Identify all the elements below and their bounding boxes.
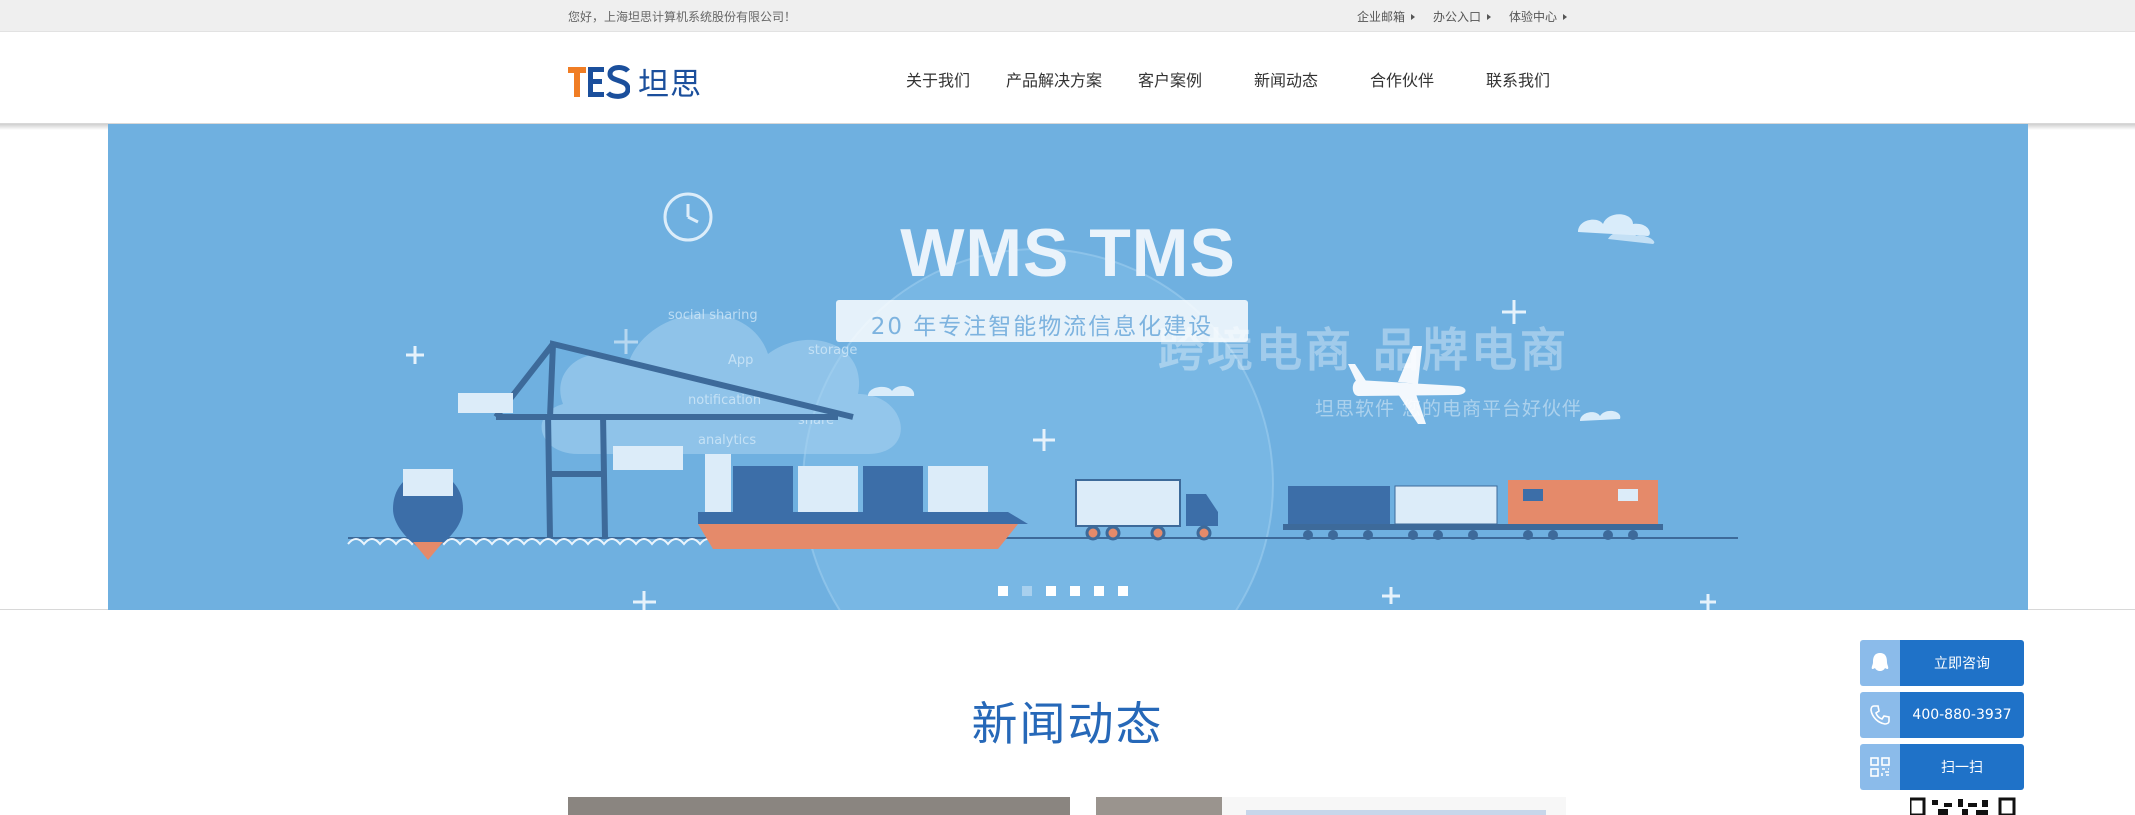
news-item-headline[interactable]: [1246, 810, 1546, 815]
logo-text: 坦思: [638, 67, 702, 103]
phone-icon: [1860, 692, 1900, 738]
banner-illustration: social sharing analytics notification Ap…: [347, 192, 1738, 610]
carousel-dots: [998, 586, 1128, 596]
floating-contact-widget: 立即咨询 400-880-3937 扫一扫: [1860, 640, 2024, 796]
banner-section: social sharing analytics notification Ap…: [0, 123, 2135, 610]
carousel-dot[interactable]: [1070, 586, 1080, 596]
scan-button[interactable]: 扫一扫: [1860, 744, 2024, 790]
nav-solutions[interactable]: 产品解决方案: [996, 67, 1112, 91]
site-header: 坦思 关于我们 产品解决方案 客户案例 新闻动态 合作伙伴 联系我们: [0, 33, 2135, 123]
nav-partners[interactable]: 合作伙伴: [1344, 67, 1460, 91]
main-nav: 关于我们 产品解决方案 客户案例 新闻动态 合作伙伴 联系我们: [880, 67, 1576, 91]
carousel-dot[interactable]: [1118, 586, 1128, 596]
link-experience-center-label[interactable]: 体验中心: [1509, 8, 1557, 25]
link-office-portal-label[interactable]: 办公入口: [1433, 8, 1481, 25]
tes-logo-mark-icon: [568, 64, 630, 99]
banner-subtitle: 20 年专注智能物流信息化建设: [870, 314, 1214, 340]
nav-about[interactable]: 关于我们: [880, 67, 996, 91]
consult-label[interactable]: 立即咨询: [1900, 640, 2024, 686]
chat-bubble-icon: [1860, 640, 1900, 686]
site-logo[interactable]: 坦思: [568, 59, 702, 104]
link-enterprise-mail-label[interactable]: 企业邮箱: [1357, 8, 1405, 25]
caret-right-icon: [1563, 13, 1567, 20]
consult-button[interactable]: 立即咨询: [1860, 640, 2024, 686]
nav-contact[interactable]: 联系我们: [1460, 67, 1576, 91]
top-links: 企业邮箱 办公入口 体验中心: [1357, 8, 1567, 25]
carousel-dot[interactable]: [998, 586, 1008, 596]
banner-title: WMS TMS: [900, 215, 1236, 291]
svg-text:analytics: analytics: [698, 433, 756, 448]
carousel-dot[interactable]: [1046, 586, 1056, 596]
carousel-dot-active[interactable]: [1022, 586, 1032, 596]
phone-number[interactable]: 400-880-3937: [1900, 692, 2024, 738]
caret-right-icon: [1486, 13, 1491, 20]
svg-text:App: App: [728, 353, 753, 368]
link-office-portal[interactable]: 办公入口: [1433, 8, 1491, 25]
nav-cases[interactable]: 客户案例: [1112, 67, 1228, 91]
qr-code-icon: [1860, 744, 1900, 790]
qr-code-image: [1910, 797, 2016, 815]
news-thumb-image[interactable]: [1096, 797, 1222, 815]
svg-text:social sharing: social sharing: [668, 308, 758, 323]
phone-button[interactable]: 400-880-3937: [1860, 692, 2024, 738]
nav-news[interactable]: 新闻动态: [1228, 67, 1344, 91]
banner-ghost-subtitle: 坦思软件 您的电商平台好伙伴: [1315, 398, 1583, 420]
link-enterprise-mail[interactable]: 企业邮箱: [1357, 8, 1415, 25]
news-feature-image[interactable]: [568, 797, 1070, 815]
caret-right-icon: [1410, 13, 1415, 20]
greeting-text: 您好，上海坦思计算机系统股份有限公司！: [568, 10, 797, 24]
link-experience-center[interactable]: 体验中心: [1509, 8, 1567, 25]
banner-carousel[interactable]: social sharing analytics notification Ap…: [108, 124, 2028, 610]
carousel-dot[interactable]: [1094, 586, 1104, 596]
scan-label[interactable]: 扫一扫: [1900, 744, 2024, 790]
top-bar: 您好，上海坦思计算机系统股份有限公司！ 企业邮箱 办公入口 体验中心: [0, 0, 2135, 32]
news-section-title: 新闻动态: [971, 697, 1164, 751]
svg-text:storage: storage: [808, 343, 857, 358]
svg-text:notification: notification: [688, 393, 761, 408]
